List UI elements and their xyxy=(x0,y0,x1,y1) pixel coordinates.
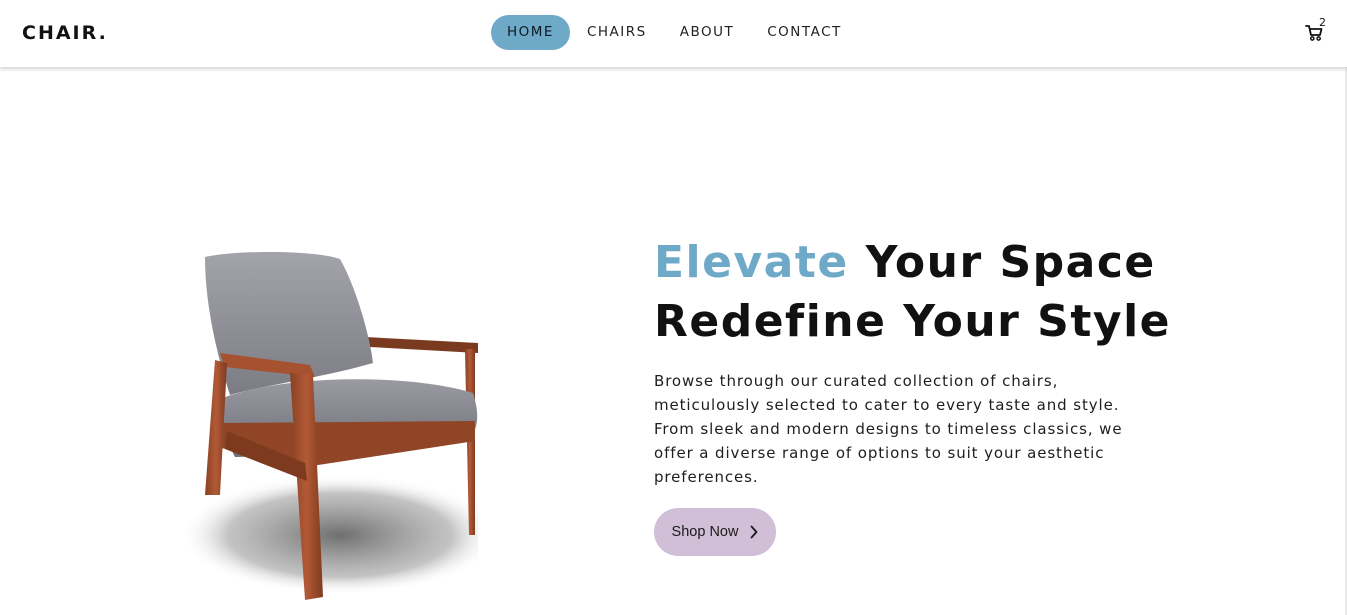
armchair-image xyxy=(180,245,480,615)
shop-now-button[interactable]: Shop Now xyxy=(654,508,776,556)
headline-line1-rest: Your Space xyxy=(865,237,1156,288)
brand-logo[interactable]: CHAIR. xyxy=(22,22,108,44)
hero-headline: Elevate Your Space Redefine Your Style xyxy=(654,233,1254,351)
headline-line2: Redefine Your Style xyxy=(654,296,1171,347)
top-navbar: CHAIR. HOME CHAIRS ABOUT CONTACT 2 xyxy=(0,0,1347,67)
nav-item-contact[interactable]: CONTACT xyxy=(751,15,858,50)
main-nav: HOME CHAIRS ABOUT CONTACT xyxy=(491,15,858,50)
cart-count-badge: 2 xyxy=(1319,16,1326,29)
hero-description: Browse through our curated collection of… xyxy=(654,372,1123,486)
headline-accent-word: Elevate xyxy=(654,237,849,288)
chevron-right-icon xyxy=(751,525,758,539)
nav-item-home[interactable]: HOME xyxy=(491,15,570,50)
nav-item-about[interactable]: ABOUT xyxy=(664,15,751,50)
nav-item-chairs[interactable]: CHAIRS xyxy=(571,15,663,50)
shop-now-label: Shop Now xyxy=(671,524,739,540)
